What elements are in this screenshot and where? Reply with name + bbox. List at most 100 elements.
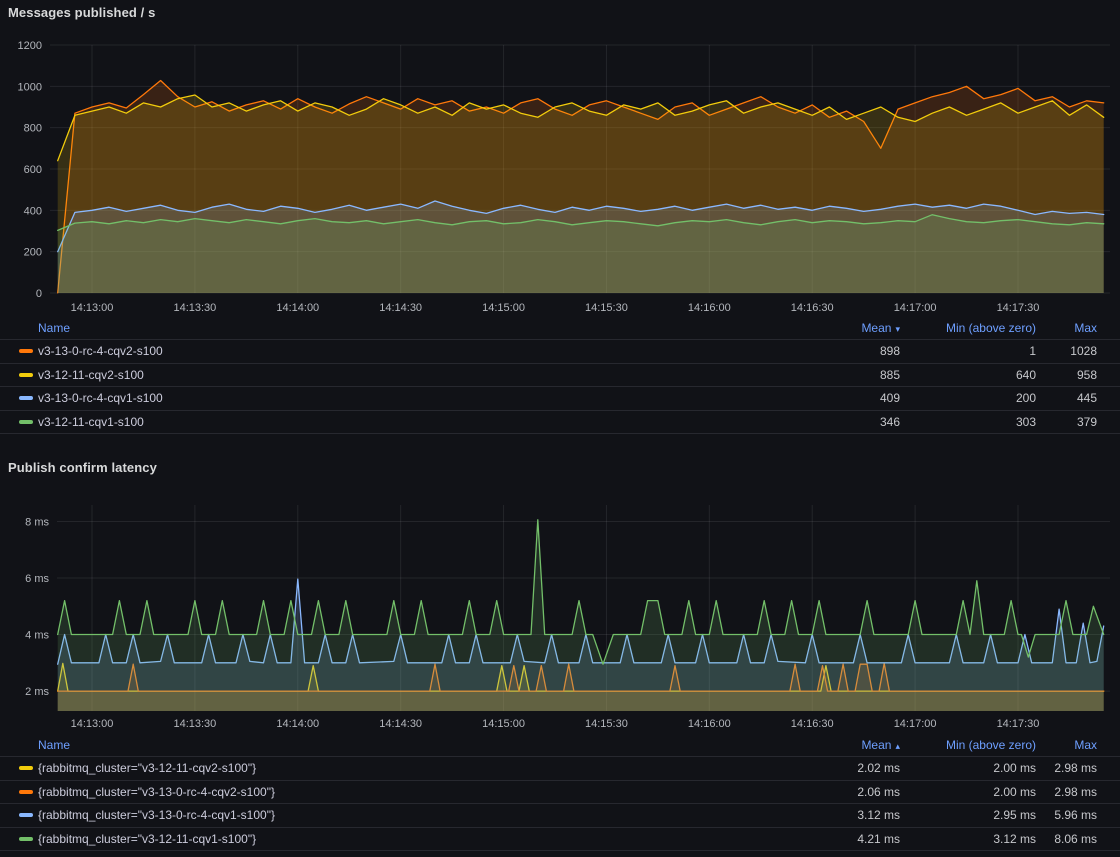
legend-column-name[interactable]: Name: [38, 738, 790, 752]
y-axis-tick-label: 800: [24, 123, 42, 135]
x-axis-tick-label: 14:16:00: [688, 302, 731, 314]
series-name: {rabbitmq_cluster="v3-12-11-cqv2-s100"}: [38, 761, 256, 775]
legend-column-mean-sort[interactable]: Mean▴: [790, 738, 900, 752]
series-mean-value: 885: [790, 368, 900, 382]
series-mean-value: 898: [790, 344, 900, 358]
legend-row[interactable]: v3-12-11-cqv1-s100 346303379: [0, 410, 1120, 434]
series-color-swatch[interactable]: [19, 766, 33, 770]
series-color-swatch[interactable]: [19, 373, 33, 377]
series-mean-value: 4.21 ms: [790, 832, 900, 846]
series-name-cell: {rabbitmq_cluster="v3-13-0-rc-4-cqv1-s10…: [19, 808, 790, 822]
series-min-value: 200: [900, 391, 1036, 405]
series-name-cell: {rabbitmq_cluster="v3-12-11-cqv1-s100"}: [19, 832, 790, 846]
x-axis-tick-label: 14:15:00: [482, 302, 525, 314]
series-mean-value: 346: [790, 415, 900, 429]
legend-column-max[interactable]: Max: [1036, 738, 1097, 752]
legend-row[interactable]: {rabbitmq_cluster="v3-13-0-rc-4-cqv1-s10…: [0, 803, 1120, 827]
x-axis-tick-label: 14:13:00: [71, 718, 114, 730]
x-axis-tick-label: 14:15:30: [585, 302, 628, 314]
series-color-swatch[interactable]: [19, 349, 33, 353]
series-min-value: 1: [900, 344, 1036, 358]
series-color-swatch[interactable]: [19, 420, 33, 424]
legend-row[interactable]: v3-12-11-cqv2-s100885640958: [0, 363, 1120, 387]
series-name: {rabbitmq_cluster="v3-13-0-rc-4-cqv2-s10…: [38, 785, 275, 799]
series-color-swatch[interactable]: [19, 837, 33, 841]
series-name: v3-12-11-cqv2-s100: [38, 368, 144, 382]
legend-column-min[interactable]: Min (above zero): [900, 738, 1036, 752]
publish-confirm-latency-plot[interactable]: 2 ms 4 ms 6 ms 8 ms 14:13:00 14:13:30 14:14:00…: [0, 492, 1120, 735]
series-color-swatch[interactable]: [19, 790, 33, 794]
panel-title-messages-published[interactable]: Messages published / s: [8, 5, 155, 20]
series-name: {rabbitmq_cluster="v3-13-0-rc-4-cqv1-s10…: [38, 808, 275, 822]
legend-header-row: NameMean▾Min (above zero)Max: [0, 317, 1120, 339]
series-name: v3-12-11-cqv1-s100: [38, 415, 144, 429]
x-axis-tick-label: 14:15:30: [585, 718, 628, 730]
legend-row[interactable]: v3-13-0-rc-4-cqv2-s100 89811028: [0, 339, 1120, 363]
series-min-value: 2.95 ms: [900, 808, 1036, 822]
series-max-value: 5.96 ms: [1036, 808, 1097, 822]
series-min-value: 3.12 ms: [900, 832, 1036, 846]
x-axis-tick-label: 14:16:30: [791, 302, 834, 314]
y-axis-tick-label: 0: [36, 288, 42, 300]
panel-title-publish-confirm-latency[interactable]: Publish confirm latency: [8, 460, 157, 475]
x-axis-tick-label: 14:17:00: [894, 718, 937, 730]
y-axis-tick-label: 200: [24, 247, 42, 259]
series-max-value: 2.98 ms: [1036, 785, 1097, 799]
y-axis-tick-label: 4 ms: [25, 630, 49, 642]
series-mean-value: 3.12 ms: [790, 808, 900, 822]
y-axis-tick-label: 1000: [18, 81, 42, 93]
legend-column-name[interactable]: Name: [38, 321, 790, 335]
x-axis-tick-label: 14:13:00: [71, 302, 114, 314]
legend-row[interactable]: {rabbitmq_cluster="v3-13-0-rc-4-cqv2-s10…: [0, 780, 1120, 804]
y-axis-tick-label: 1200: [18, 40, 42, 52]
series-max-value: 8.06 ms: [1036, 832, 1097, 846]
series-mean-value: 2.06 ms: [790, 785, 900, 799]
y-axis-tick-label: 8 ms: [25, 516, 49, 528]
x-axis-tick-label: 14:13:30: [173, 718, 216, 730]
series-name-cell: v3-13-0-rc-4-cqv1-s100: [19, 391, 790, 405]
x-axis-tick-label: 14:14:30: [379, 718, 422, 730]
legend-header-row: NameMean▴Min (above zero)Max: [0, 734, 1120, 756]
y-axis-tick-label: 400: [24, 205, 42, 217]
series-name: v3-13-0-rc-4-cqv2-s100: [38, 344, 163, 358]
series-min-value: 640: [900, 368, 1036, 382]
series-name-cell: {rabbitmq_cluster="v3-13-0-rc-4-cqv2-s10…: [19, 785, 790, 799]
legend-row[interactable]: v3-13-0-rc-4-cqv1-s100409200445: [0, 386, 1120, 410]
series-area: [58, 520, 1104, 711]
x-axis-tick-label: 14:14:30: [379, 302, 422, 314]
series-name-cell: {rabbitmq_cluster="v3-12-11-cqv2-s100"}: [19, 761, 790, 775]
series-mean-value: 409: [790, 391, 900, 405]
x-axis-tick-label: 14:17:30: [997, 718, 1040, 730]
messages-published-plot[interactable]: 0 200 400 600 800 1000 1200 14:13:00 14:13:30 14:…: [0, 38, 1120, 318]
series-name-cell: v3-13-0-rc-4-cqv2-s100: [19, 344, 790, 358]
legend-column-max[interactable]: Max: [1036, 321, 1097, 335]
grafana-dashboard: { "page": { "background": "#111217", "li…: [0, 0, 1120, 857]
x-axis-tick-label: 14:14:00: [276, 718, 319, 730]
y-axis-tick-label: 6 ms: [25, 573, 49, 585]
x-axis-tick-label: 14:15:00: [482, 718, 525, 730]
series-name: v3-13-0-rc-4-cqv1-s100: [38, 391, 163, 405]
x-axis-tick-label: 14:14:00: [276, 302, 319, 314]
series-name-cell: v3-12-11-cqv1-s100: [19, 415, 790, 429]
legend-column-mean-sort[interactable]: Mean▾: [790, 321, 900, 335]
series-min-value: 2.00 ms: [900, 761, 1036, 775]
series-min-value: 303: [900, 415, 1036, 429]
series-name: {rabbitmq_cluster="v3-12-11-cqv1-s100"}: [38, 832, 256, 846]
series-mean-value: 2.02 ms: [790, 761, 900, 775]
series-color-swatch[interactable]: [19, 396, 33, 400]
x-axis-tick-label: 14:17:00: [894, 302, 937, 314]
y-axis-tick-label: 2 ms: [25, 686, 49, 698]
series-area: [58, 215, 1104, 293]
legend-column-min[interactable]: Min (above zero): [900, 321, 1036, 335]
series-max-value: 1028: [1036, 344, 1097, 358]
messages-published-legend: NameMean▾Min (above zero)Maxv3-13-0-rc-4…: [0, 317, 1120, 434]
x-axis-tick-label: 14:16:00: [688, 718, 731, 730]
y-axis-tick-label: 600: [24, 164, 42, 176]
legend-row[interactable]: {rabbitmq_cluster="v3-12-11-cqv2-s100"} 2…: [0, 756, 1120, 780]
publish-confirm-latency-legend: NameMean▴Min (above zero)Max{rabbitmq_cl…: [0, 734, 1120, 851]
series-color-swatch[interactable]: [19, 813, 33, 817]
x-axis-tick-label: 14:13:30: [173, 302, 216, 314]
series-max-value: 379: [1036, 415, 1097, 429]
series-min-value: 2.00 ms: [900, 785, 1036, 799]
legend-row[interactable]: {rabbitmq_cluster="v3-12-11-cqv1-s100"} 4…: [0, 827, 1120, 851]
